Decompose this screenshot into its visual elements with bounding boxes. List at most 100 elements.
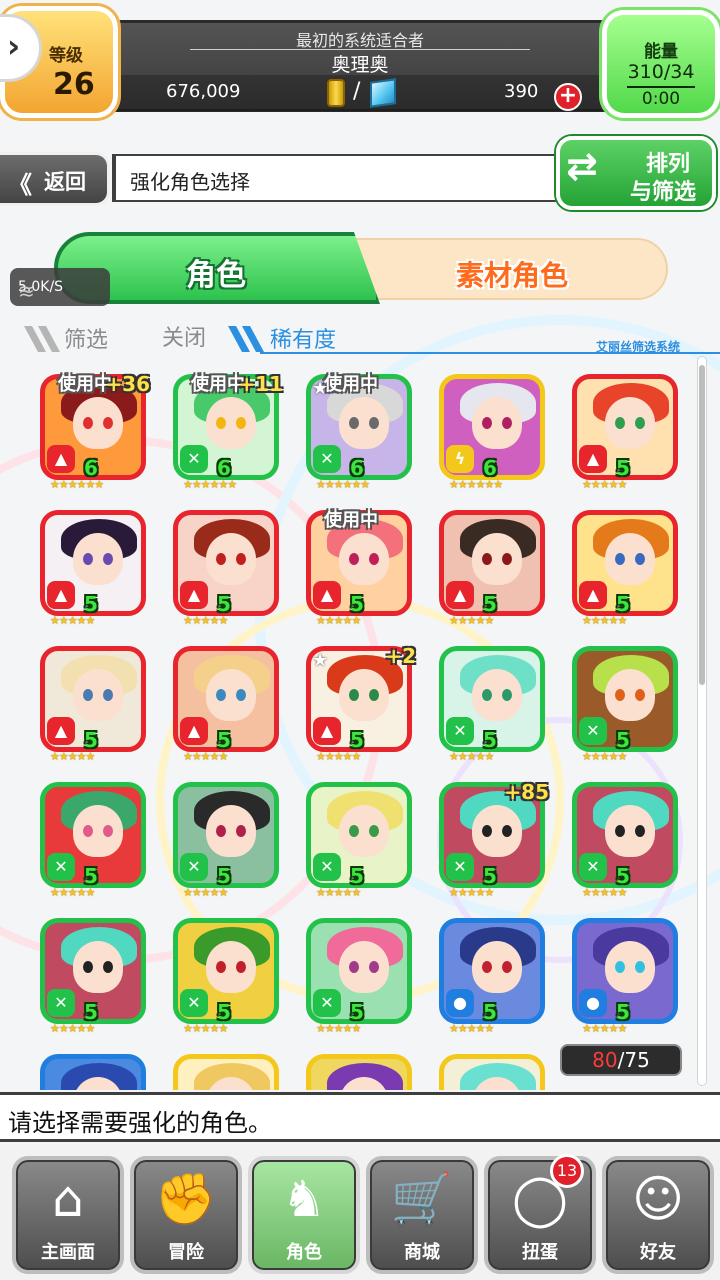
bonus-badge: +2 [385,644,416,668]
nav-shop-button[interactable]: 🛒 商城 [366,1156,478,1274]
character-card[interactable]: ✕ 5 ★★★★★ [36,914,150,1044]
character-card[interactable]: ✕ 5 ★★★★★ [435,642,549,772]
rarity-stars: ★★★★★ [183,750,228,763]
character-card[interactable]: ✕ 6 ★★★★★★ 使用中 +11 [169,370,283,500]
portrait-face [73,805,123,857]
character-level: 5 [350,864,364,888]
character-card[interactable]: ▲ 5 ★★★★★ [435,506,549,636]
character-level: 5 [217,592,231,616]
sort-filter-button[interactable]: ⇄ 排列 与筛选 [556,136,716,210]
portrait-eye [635,417,645,429]
back-button[interactable]: 《 返回 [0,152,110,206]
screen-title: 强化角色选择 [130,170,250,194]
fire-element-icon: ▲ [180,717,208,745]
character-card[interactable]: ▲ 5 ★★★★★ [568,370,682,500]
character-card[interactable]: ✕ 5 ★★★★★ [169,914,283,1044]
character-card[interactable] [435,1050,549,1090]
character-card[interactable]: ▲ 5 ★★★★★ [36,642,150,772]
home-icon: ⌂ [52,1170,84,1228]
portrait-eye [103,553,113,565]
character-card[interactable] [302,1050,416,1090]
character-level: 6 [350,456,364,480]
character-card[interactable]: ● 5 ★★★★★ [568,914,682,1044]
character-portrait [173,1054,279,1090]
character-card[interactable]: ▲ 6 ★★★★★★ 使用中 +36 [36,370,150,500]
nav-gacha-label: 扭蛋 [522,1242,558,1263]
nav-home-button[interactable]: ⌂ 主画面 [12,1156,124,1274]
character-card[interactable]: ✕ 5 ★★★★★ [36,778,150,908]
nav-gacha-button[interactable]: ◯ 扭蛋 13 [484,1154,596,1274]
portrait-face [605,533,655,585]
bonus-badge: +11 [238,372,283,396]
wind-element-icon: ✕ [180,445,208,473]
fire-element-icon: ▲ [180,581,208,609]
energy-badge[interactable]: 能量 310/34 0:00 [602,10,720,118]
character-card[interactable]: ● 5 ★★★★★ [435,914,549,1044]
add-currency-button[interactable]: + [554,83,582,111]
character-card[interactable] [169,1050,283,1090]
rarity-stars: ★★★★★ [582,614,627,627]
nav-adventure-button[interactable]: ✊ 冒险 [130,1156,242,1274]
character-card[interactable]: ✕ 5 ★★★★★ [169,778,283,908]
rarity-stars: ★★★★★ [316,614,361,627]
rarity-stars: ★★★★★ [449,886,494,899]
portrait-eye [103,825,113,837]
character-card[interactable]: ▲ 5 ★★★★★ [36,506,150,636]
portrait-eye [615,417,625,429]
grid-scrollbar[interactable] [697,356,707,1086]
filter-status[interactable]: 关闭 [162,320,206,352]
character-card[interactable]: ✕ 5 ★★★★★ [568,778,682,908]
nav-characters-button[interactable]: ♞ 角色 [248,1156,360,1274]
character-card[interactable] [36,1050,150,1090]
character-card[interactable]: ✕ 5 ★★★★★ +85 [435,778,549,908]
character-level: 5 [483,728,497,752]
rarity-stars: ★★★★★ [183,886,228,899]
character-level: 5 [350,728,364,752]
portrait-face [605,805,655,857]
character-portrait [306,1054,412,1090]
portrait-eye [502,825,512,837]
character-card[interactable]: ▲ 5 ★★★★★ 使用中 [302,506,416,636]
adventure-icon: ✊ [154,1170,218,1228]
character-card[interactable]: ▲ 5 ★★★★★ +2 ★ [302,642,416,772]
character-card[interactable]: ✕ 5 ★★★★★ [302,778,416,908]
filter-system-name: 艾丽丝筛选系统 [595,340,680,354]
character-card[interactable]: ✕ 5 ★★★★★ [302,914,416,1044]
nav-friends-button[interactable]: ☺ 好友 [602,1156,714,1274]
portrait-eye [369,417,379,429]
character-card[interactable]: ▲ 5 ★★★★★ [568,506,682,636]
screen-title-box: 强化角色选择 [112,154,582,202]
sort-rarity-label[interactable]: 稀有度 [270,322,336,354]
portrait-eye [482,825,492,837]
character-card[interactable]: ▲ 5 ★★★★★ [169,506,283,636]
portrait-face [472,941,522,993]
screen-header: 《 返回 强化角色选择 ⇄ 排列 与筛选 [0,136,720,210]
portrait-eye [83,553,93,565]
portrait-eye [502,961,512,973]
portrait-face [206,397,256,449]
portrait-face [73,397,123,449]
level-label: 等级 [49,46,83,66]
wind-element-icon: ✕ [313,445,341,473]
hint-message: 请选择需要强化的角色。 [8,1109,272,1137]
character-level: 5 [616,592,630,616]
portrait-face [73,941,123,993]
characters-icon: ♞ [281,1170,327,1228]
energy-value: 310/34 [627,61,695,83]
friends-icon: ☺ [631,1170,685,1228]
portrait-face [472,805,522,857]
character-card[interactable]: ✕ 5 ★★★★★ [568,642,682,772]
character-level: 6 [483,456,497,480]
portrait-eye [236,553,246,565]
character-card[interactable]: ✕ 6 ★★★★★★ 使用中 ★ [302,370,416,500]
scrollbar-thumb[interactable] [699,365,705,685]
character-level: 5 [84,728,98,752]
rarity-stars: ★★★★★ [449,1022,494,1035]
character-card[interactable]: ϟ 6 ★★★★★★ [435,370,549,500]
filter-label[interactable]: 筛选 [64,322,108,354]
character-card[interactable]: ▲ 5 ★★★★★ [169,642,283,772]
fire-element-icon: ▲ [47,717,75,745]
water-element-icon: ● [579,989,607,1017]
player-title: 最初的系统适合者 [295,31,424,50]
portrait-eye [369,961,379,973]
